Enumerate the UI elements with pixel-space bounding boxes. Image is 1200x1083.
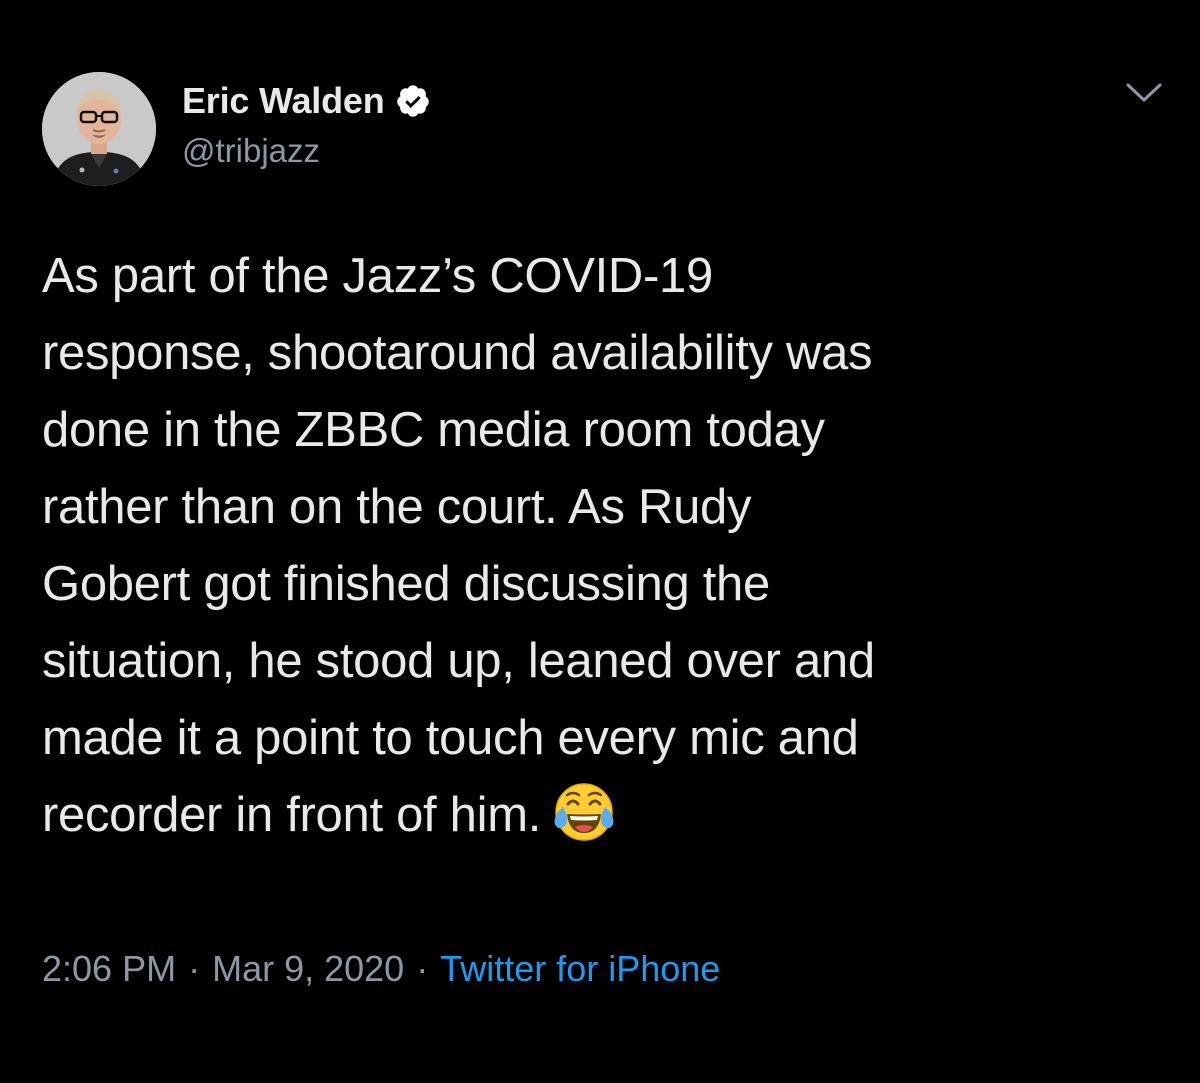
tweet-text-line: As part of the Jazz’s COVID-19	[42, 249, 713, 303]
tweet-text-line: Gobert got finished discussing the	[42, 557, 770, 611]
name-row: Eric Walden	[182, 78, 431, 124]
tweet-text-line-last: recorder in front of him.	[42, 777, 1172, 854]
tweet-text-line: made it a point to touch every mic and	[42, 711, 859, 765]
tweet-meta: 2:06 PM · Mar 9, 2020 · Twitter for iPhone	[42, 948, 720, 990]
face-with-tears-of-joy-icon	[551, 779, 617, 845]
tweet-text-line: response, shootaround availability was	[42, 326, 873, 380]
tweet-date[interactable]: Mar 9, 2020	[212, 948, 404, 989]
tweet-text-line: done in the ZBBC media room today	[42, 403, 825, 457]
meta-separator: ·	[416, 948, 429, 989]
avatar[interactable]	[42, 72, 156, 186]
author-info: Eric Walden @tribjazz	[182, 78, 431, 170]
tweet-text: As part of the Jazz’s COVID-19 response,…	[42, 238, 1172, 854]
tweet-text-line: situation, he stood up, leaned over and	[42, 634, 875, 688]
handle[interactable]: @tribjazz	[182, 132, 431, 170]
display-name[interactable]: Eric Walden	[182, 80, 385, 122]
tweet-source-link[interactable]: Twitter for iPhone	[440, 948, 720, 989]
tweet-text-line: rather than on the court. As Rudy	[42, 480, 752, 534]
tweet: Eric Walden @tribjazz As part of the Jaz…	[0, 0, 1200, 1083]
tweet-text-line: recorder in front of him.	[42, 788, 542, 842]
chevron-down-icon[interactable]	[1124, 80, 1164, 106]
meta-separator: ·	[188, 948, 201, 989]
verified-badge-icon	[395, 83, 431, 119]
tweet-time[interactable]: 2:06 PM	[42, 948, 176, 989]
